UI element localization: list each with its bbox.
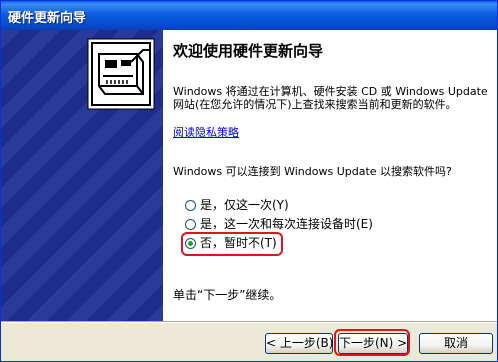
- question-text: Windows 可以连接到 Windows Update 以搜索软件吗?: [173, 165, 452, 178]
- divider: [1, 321, 497, 323]
- radio-button[interactable]: [185, 199, 196, 211]
- wizard-sidebar-banner: [1, 30, 163, 321]
- radio-option-yes-once[interactable]: 是，仅这一次(Y): [185, 197, 289, 213]
- window-title: 硬件更新向导: [8, 11, 87, 26]
- continue-instruction: 单击“下一步”继续。: [173, 288, 282, 302]
- cancel-button[interactable]: 取消: [419, 333, 493, 354]
- radio-label: 是，仅这一次(Y): [200, 198, 289, 212]
- title-bar[interactable]: 硬件更新向导: [1, 1, 497, 30]
- wizard-content: 欢迎使用硬件更新向导 Windows 将通过在计算机、硬件安装 CD 或 Win…: [163, 30, 497, 321]
- wizard-window: 硬件更新向导 欢迎使用硬件更新向导 Windows 将通过在计算机、硬件安装 C…: [0, 0, 498, 362]
- highlight-annotation: [181, 232, 283, 256]
- privacy-policy-link[interactable]: 阅读隐私策略: [173, 126, 239, 139]
- radio-button[interactable]: [185, 218, 196, 230]
- intro-text: Windows 将通过在计算机、硬件安装 CD 或 Windows Update…: [173, 85, 488, 111]
- radio-option-yes-always[interactable]: 是，这一次和每次连接设备时(E): [185, 216, 373, 232]
- back-button[interactable]: < 上一步(B): [265, 333, 333, 354]
- hardware-card-icon: [87, 38, 155, 110]
- highlight-annotation: [334, 329, 410, 356]
- page-title: 欢迎使用硬件更新向导: [173, 42, 324, 60]
- radio-label: 是，这一次和每次连接设备时(E): [200, 217, 373, 231]
